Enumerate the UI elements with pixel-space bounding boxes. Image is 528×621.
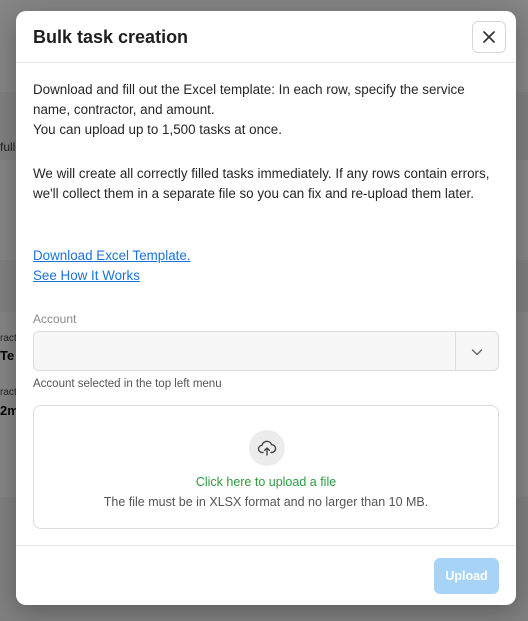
cloud-upload-icon — [257, 440, 277, 456]
intro-text: Download and fill out the Excel template… — [33, 80, 499, 140]
upload-button[interactable]: Upload — [434, 558, 499, 594]
modal-header: Bulk task creation — [16, 11, 516, 63]
upload-file-hint: The file must be in XLSX format and no l… — [103, 495, 429, 509]
file-dropzone[interactable]: Click here to upload a file The file mus… — [33, 405, 499, 529]
close-icon — [483, 31, 495, 43]
chevron-down-icon[interactable] — [470, 345, 484, 359]
bulk-task-modal: Bulk task creation Download and fill out… — [16, 11, 516, 605]
upload-icon-circle — [249, 430, 285, 466]
intro-line-1: Download and fill out the Excel template… — [33, 82, 465, 117]
select-divider — [455, 332, 456, 370]
errors-note: We will create all correctly filled task… — [33, 166, 490, 201]
account-hint: Account selected in the top left menu — [33, 378, 222, 390]
how-it-works-link[interactable]: See How It Works — [33, 268, 140, 283]
close-button[interactable] — [472, 21, 506, 53]
modal-title: Bulk task creation — [33, 27, 189, 47]
download-template-link[interactable]: Download Excel Template. — [33, 248, 191, 263]
upload-file-link[interactable]: Click here to upload a file — [34, 475, 498, 489]
account-select[interactable] — [33, 331, 499, 371]
account-label: Account — [33, 312, 77, 326]
modal-footer: Upload — [16, 545, 516, 605]
intro-line-2: You can upload up to 1,500 tasks at once… — [33, 122, 282, 137]
